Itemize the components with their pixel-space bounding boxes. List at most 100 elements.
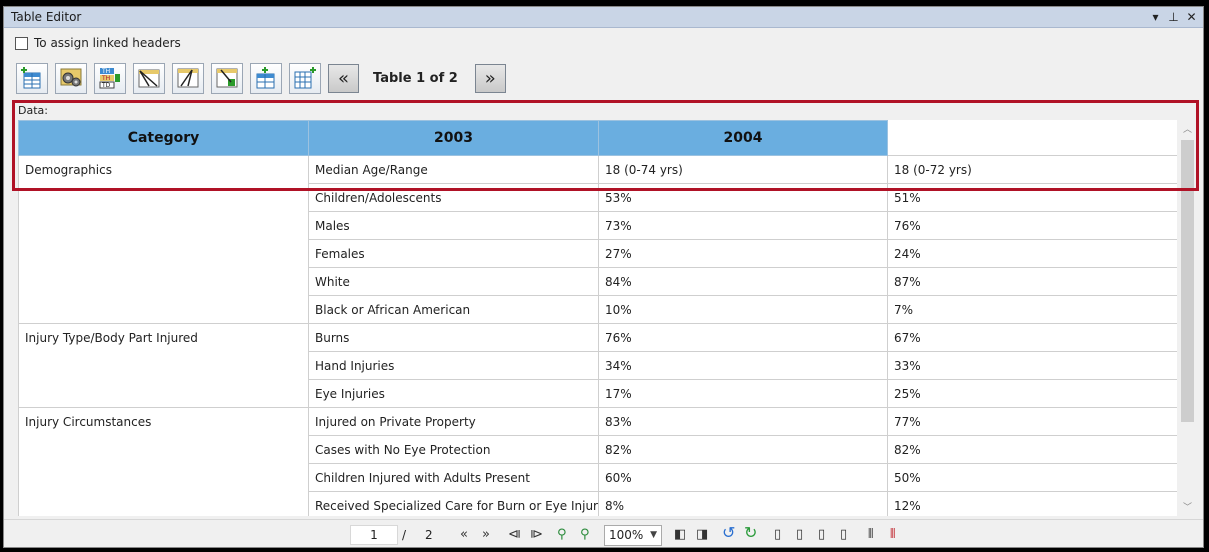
table-cell[interactable]: 76% xyxy=(598,323,888,352)
svg-text:TH: TH xyxy=(101,75,110,82)
insert-table-button[interactable] xyxy=(16,62,48,94)
zoom-value: 100% xyxy=(609,528,644,542)
zoom-in-icon[interactable]: ⚲ xyxy=(557,526,567,544)
window-title: Table Editor xyxy=(11,10,82,24)
table-cell[interactable]: Children/Adolescents xyxy=(308,183,599,212)
table-cell[interactable]: 10% xyxy=(598,295,888,324)
table-cell[interactable]: Received Specialized Care for Burn or Ey… xyxy=(308,491,599,516)
table-toolbar: TH TH TD « Table 1 of 2 » xyxy=(16,62,506,94)
link-column-icon xyxy=(177,68,199,88)
table-cell[interactable]: Median Age/Range xyxy=(308,155,599,184)
table-cell[interactable]: Hand Injuries xyxy=(308,351,599,380)
category-cell[interactable]: Injury Type/Body Part Injured xyxy=(18,323,309,408)
table-cell[interactable]: Black or African American xyxy=(308,295,599,324)
data-label: Data: xyxy=(18,104,48,117)
linked-headers-option[interactable]: To assign linked headers xyxy=(15,36,181,50)
rotate-right-icon[interactable]: ↻ xyxy=(744,524,757,542)
linked-headers-checkbox[interactable] xyxy=(15,36,28,50)
table-cell[interactable]: 53% xyxy=(598,183,888,212)
fit-page-icon[interactable]: ◧ xyxy=(674,526,686,544)
zoom-out-icon[interactable]: ⚲ xyxy=(580,526,590,544)
last-page-icon[interactable]: ⧐ xyxy=(530,526,543,544)
table-cell[interactable]: 24% xyxy=(887,239,1177,268)
two-page-continuous-icon[interactable]: ▯ xyxy=(840,526,847,544)
next-table-button[interactable]: » xyxy=(474,63,506,93)
table-cell[interactable]: 51% xyxy=(887,183,1177,212)
zoom-select[interactable]: 100% ▼ xyxy=(604,525,662,546)
data-grid[interactable]: Category 2003 2004 Demographics Median A… xyxy=(18,120,1177,516)
rotate-left-icon[interactable]: ↺ xyxy=(722,524,735,542)
link-column-headers-button[interactable] xyxy=(172,62,204,94)
table-cell[interactable]: Injured on Private Property xyxy=(308,407,599,436)
pin-icon[interactable]: ⊥ xyxy=(1168,9,1179,25)
table-cell[interactable]: Males xyxy=(308,211,599,240)
table-cell[interactable]: Children Injured with Adults Present xyxy=(308,463,599,492)
table-cell[interactable]: 87% xyxy=(887,267,1177,296)
add-row-icon xyxy=(256,67,275,89)
first-page-icon[interactable]: ⧏ xyxy=(508,526,521,544)
link-row-headers-button[interactable] xyxy=(211,62,243,94)
table-cell[interactable]: 18 (0-74 yrs) xyxy=(598,155,888,184)
table-cell[interactable]: 82% xyxy=(887,435,1177,464)
table-cell[interactable]: 82% xyxy=(598,435,888,464)
scroll-up-icon[interactable]: ︿ xyxy=(1179,122,1196,136)
add-row-button[interactable] xyxy=(250,62,282,94)
split-view-icon[interactable]: ⫴ xyxy=(868,526,873,544)
table-cell[interactable]: 73% xyxy=(598,211,888,240)
table-cell[interactable]: White xyxy=(308,267,599,296)
table-cell[interactable]: 33% xyxy=(887,351,1177,380)
header-cell-2003[interactable]: 2003 xyxy=(308,120,599,156)
table-cell[interactable]: 84% xyxy=(598,267,888,296)
link-headers-button[interactable] xyxy=(133,62,165,94)
table-cell[interactable]: Burns xyxy=(308,323,599,352)
scroll-down-icon[interactable]: ﹀ xyxy=(1179,500,1196,514)
fit-width-icon[interactable]: ◨ xyxy=(696,526,708,544)
link-headers-icon xyxy=(138,69,160,88)
table-cell[interactable]: 25% xyxy=(887,379,1177,408)
scrollbar-thumb[interactable] xyxy=(1181,140,1194,422)
table-row[interactable]: Demographics Median Age/Range 18 (0-74 y… xyxy=(18,155,1177,324)
continuous-page-icon[interactable]: ▯ xyxy=(796,526,803,544)
remove-split-icon[interactable]: ⫴ xyxy=(890,526,895,544)
table-editor-window: Table Editor ▾ ⊥ ✕ To assign linked head… xyxy=(3,6,1204,548)
table-cell[interactable]: 12% xyxy=(887,491,1177,516)
page-separator: / xyxy=(402,528,407,542)
table-row[interactable]: Injury Circumstances Injured on Private … xyxy=(18,407,1177,516)
table-cell[interactable]: 50% xyxy=(887,463,1177,492)
header-cells-button[interactable]: TH TH TD xyxy=(94,62,126,94)
two-page-icon[interactable]: ▯ xyxy=(818,526,825,544)
next-page-icon[interactable]: » xyxy=(482,526,490,544)
table-cell[interactable]: 83% xyxy=(598,407,888,436)
table-row[interactable]: Injury Type/Body Part Injured Burns 76% … xyxy=(18,323,1177,408)
table-cell[interactable]: 8% xyxy=(598,491,888,516)
category-cell[interactable]: Injury Circumstances xyxy=(18,407,309,516)
svg-text:TD: TD xyxy=(101,82,111,89)
table-cell[interactable]: Cases with No Eye Protection xyxy=(308,435,599,464)
table-cell[interactable]: 67% xyxy=(887,323,1177,352)
header-cell-category[interactable]: Category xyxy=(18,120,309,156)
table-cell[interactable]: 77% xyxy=(887,407,1177,436)
pager-bar: 1 / 2 « » ⧏ ⧐ ⚲ ⚲ 100% ▼ ◧ ◨ ↺ ↻ ▯ ▯ ▯ ▯… xyxy=(4,519,1203,547)
table-cell[interactable]: 60% xyxy=(598,463,888,492)
dropdown-menu-icon[interactable]: ▾ xyxy=(1150,9,1161,25)
table-cell[interactable]: Females xyxy=(308,239,599,268)
table-cell[interactable]: 76% xyxy=(887,211,1177,240)
previous-table-button[interactable]: « xyxy=(328,63,359,93)
close-icon[interactable]: ✕ xyxy=(1186,9,1197,25)
single-page-icon[interactable]: ▯ xyxy=(774,526,781,544)
table-cell[interactable]: 18 (0-72 yrs) xyxy=(887,155,1177,184)
category-cell[interactable]: Demographics xyxy=(18,155,309,324)
linked-headers-label: To assign linked headers xyxy=(34,36,181,50)
table-cell[interactable]: 34% xyxy=(598,351,888,380)
previous-page-icon[interactable]: « xyxy=(460,526,468,544)
page-number-input[interactable]: 1 xyxy=(350,525,398,545)
table-cell[interactable]: 27% xyxy=(598,239,888,268)
header-cell-2004[interactable]: 2004 xyxy=(598,120,888,156)
table-cell[interactable]: 17% xyxy=(598,379,888,408)
vertical-scrollbar[interactable]: ︿ ﹀ xyxy=(1179,120,1196,516)
svg-text:TH: TH xyxy=(101,68,110,75)
table-settings-button[interactable] xyxy=(55,62,87,94)
table-cell[interactable]: 7% xyxy=(887,295,1177,324)
table-cell[interactable]: Eye Injuries xyxy=(308,379,599,408)
add-column-button[interactable] xyxy=(289,62,321,94)
